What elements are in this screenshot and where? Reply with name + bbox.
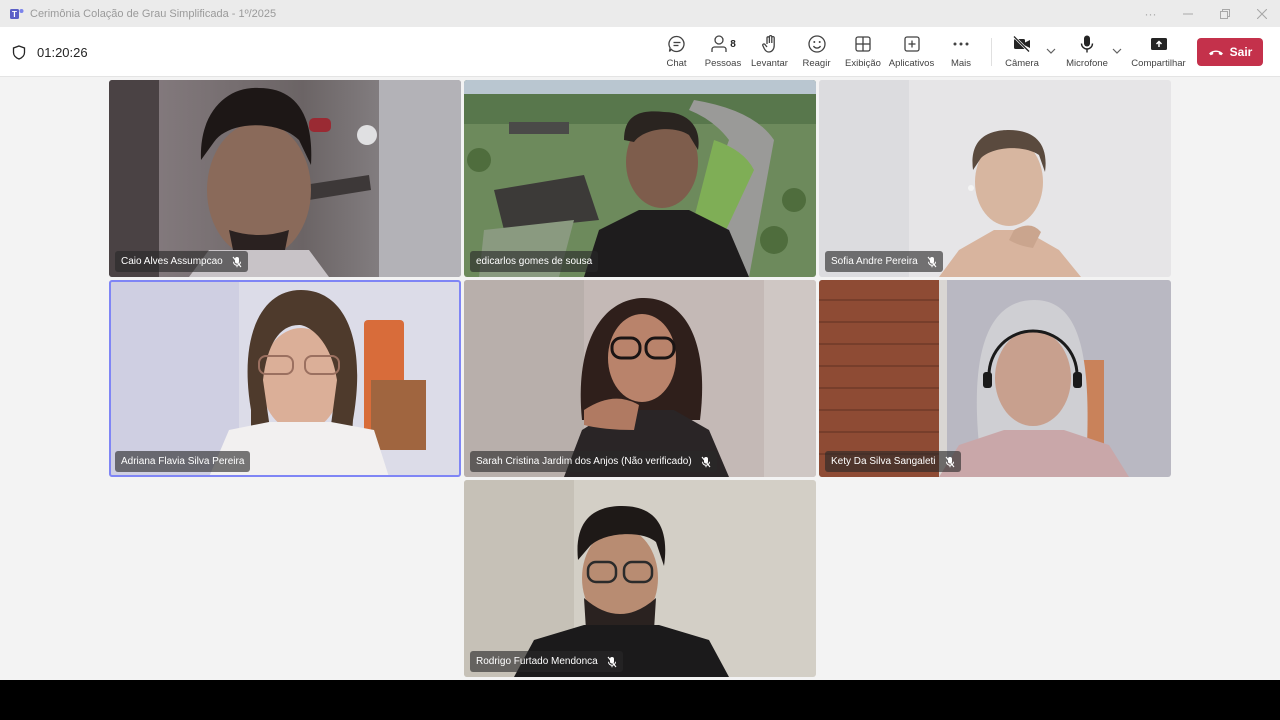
camera-options-chevron-icon[interactable] <box>1046 46 1056 56</box>
participant-name: Kety Da Silva Sangaleti <box>831 456 936 467</box>
participant-tile[interactable]: Sofia Andre Pereira <box>819 80 1171 277</box>
participant-name: Caio Alves Assumpcao <box>121 256 223 267</box>
apps-button[interactable]: Aplicativos <box>889 33 934 73</box>
participant-name: Sofia Andre Pereira <box>831 256 918 267</box>
hand-icon <box>761 33 779 55</box>
emoji-icon <box>807 33 827 55</box>
participant-tile[interactable]: edicarlos gomes de sousa <box>464 80 816 277</box>
view-button[interactable]: Exibição <box>845 33 881 73</box>
meeting-timer: 01:20:26 <box>12 27 88 77</box>
participant-tile[interactable]: Caio Alves Assumpcao <box>109 80 461 277</box>
leave-label: Sair <box>1229 45 1253 59</box>
window-titlebar: T Cerimônia Colação de Grau Simplificada… <box>0 0 1280 27</box>
share-screen-icon <box>1150 33 1168 55</box>
people-count: 8 <box>730 38 736 50</box>
grid-view-icon <box>854 33 872 55</box>
people-button[interactable]: 8 Pessoas <box>705 33 741 73</box>
participant-name-tag: Kety Da Silva Sangaleti <box>825 451 961 472</box>
shield-icon <box>12 44 26 60</box>
camera-button[interactable]: Câmera <box>1003 33 1041 73</box>
hang-up-icon <box>1208 50 1223 56</box>
participant-video <box>109 80 461 277</box>
mic-muted-icon <box>607 656 617 667</box>
add-app-icon <box>903 33 921 55</box>
microphone-button[interactable]: Microfone <box>1065 33 1109 73</box>
participant-video <box>109 280 461 477</box>
participant-name: Adriana Flavia Silva Pereira <box>121 456 245 467</box>
more-icon[interactable]: ··· <box>1132 0 1169 27</box>
share-button[interactable]: Compartilhar <box>1131 33 1186 73</box>
microphone-icon <box>1079 33 1095 55</box>
meeting-toolbar: 01:20:26 Chat 8 Pessoas Levantar Reagir … <box>0 27 1280 77</box>
more-dots-icon <box>952 33 970 55</box>
chat-icon <box>667 33 687 55</box>
window-title: Cerimônia Colação de Grau Simplificada -… <box>30 7 277 20</box>
mic-muted-icon <box>945 456 954 467</box>
leave-button[interactable]: Sair <box>1197 38 1263 66</box>
participant-video <box>464 480 816 677</box>
toolbar-separator <box>991 38 992 66</box>
participant-tile[interactable]: Sarah Cristina Jardim dos Anjos (Não ver… <box>464 280 816 477</box>
participant-name-tag: Sofia Andre Pereira <box>825 251 943 272</box>
camera-off-icon <box>1012 33 1032 55</box>
participant-tile[interactable]: Rodrigo Furtado Mendonca <box>464 480 816 677</box>
participant-name-tag: Caio Alves Assumpcao <box>115 251 248 272</box>
restore-icon[interactable] <box>1206 0 1243 27</box>
participant-name-tag: edicarlos gomes de sousa <box>470 251 599 272</box>
video-stage: Caio Alves Assumpcao edicarlos gomes de … <box>0 77 1280 680</box>
participant-name: Sarah Cristina Jardim dos Anjos (Não ver… <box>476 456 692 467</box>
mic-muted-icon <box>927 256 937 267</box>
participant-name-tag: Rodrigo Furtado Mendonca <box>470 651 623 672</box>
participant-name: edicarlos gomes de sousa <box>476 256 593 267</box>
participant-tile-active-speaker[interactable]: Adriana Flavia Silva Pereira <box>109 280 461 477</box>
participant-video <box>819 280 1171 477</box>
participant-name-tag: Sarah Cristina Jardim dos Anjos (Não ver… <box>470 451 717 472</box>
participant-name: Rodrigo Furtado Mendonca <box>476 656 598 667</box>
participant-name-tag: Adriana Flavia Silva Pereira <box>115 451 251 472</box>
participant-video <box>464 80 816 277</box>
chat-button[interactable]: Chat <box>664 33 689 73</box>
raise-hand-button[interactable]: Levantar <box>751 33 788 73</box>
people-icon <box>711 35 727 52</box>
svg-text:T: T <box>12 10 17 19</box>
more-button[interactable]: Mais <box>948 33 974 73</box>
react-button[interactable]: Reagir <box>802 33 831 73</box>
timer-text: 01:20:26 <box>37 44 88 60</box>
participant-tile[interactable]: Kety Da Silva Sangaleti <box>819 280 1171 477</box>
close-icon[interactable] <box>1243 0 1280 27</box>
mic-muted-icon <box>232 256 242 267</box>
participant-video <box>464 280 816 477</box>
microphone-options-chevron-icon[interactable] <box>1112 46 1122 56</box>
minimize-icon[interactable] <box>1169 0 1206 27</box>
teams-logo-icon: T <box>9 6 25 22</box>
letterbox-bar <box>0 680 1280 720</box>
mic-muted-icon <box>701 456 711 467</box>
participant-video <box>819 80 1171 277</box>
